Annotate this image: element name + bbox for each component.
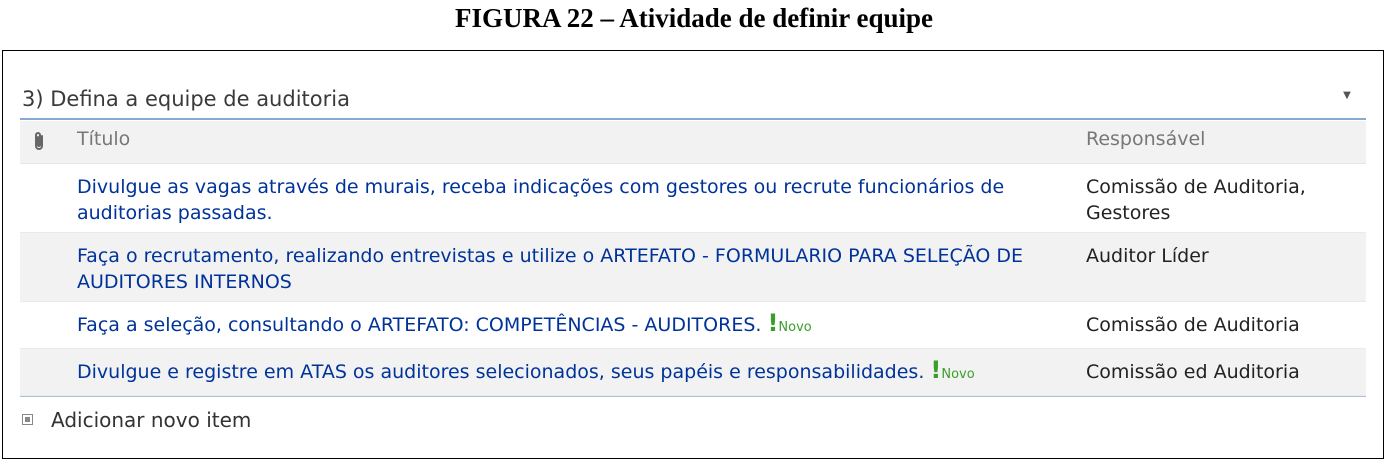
table-row: Faça o recrutamento, realizando entrevis…: [20, 233, 1366, 302]
new-badge: !Novo: [767, 311, 812, 336]
table-row: Faça a seleção, consultando o ARTEFATO: …: [20, 302, 1366, 349]
item-title-link[interactable]: Faça o recrutamento, realizando entrevis…: [77, 243, 1037, 295]
table-header: Título Responsável: [20, 121, 1366, 164]
new-exclamation-icon: !: [930, 356, 942, 384]
figure-caption: FIGURA 22 – Atividade de definir equipe: [454, 3, 934, 33]
item-title-link[interactable]: Divulgue e registre em ATAS os auditores…: [77, 358, 1037, 388]
column-header-responsible[interactable]: Responsável: [1086, 128, 1205, 150]
column-header-title[interactable]: Título: [77, 128, 130, 150]
new-badge: !Novo: [930, 358, 975, 383]
item-title-link[interactable]: Divulgue as vagas através de murais, rec…: [77, 174, 1037, 226]
new-label: Novo: [778, 320, 812, 335]
table-row: Divulgue as vagas através de murais, rec…: [20, 164, 1366, 233]
item-responsible: Comissão de Auditoria: [1086, 314, 1300, 336]
add-new-item-label[interactable]: Adicionar novo item: [51, 406, 251, 434]
dropdown-arrow-icon[interactable]: ▼: [1340, 89, 1354, 103]
new-exclamation-icon: !: [767, 309, 779, 337]
new-label: Novo: [941, 367, 975, 382]
webpart-title: 3) Defina a equipe de auditoria: [22, 87, 350, 111]
item-responsible: Comissão ed Auditoria: [1086, 361, 1300, 383]
add-square-icon: [22, 414, 33, 425]
item-responsible: Comissão de Auditoria, Gestores: [1086, 176, 1306, 224]
item-title-link[interactable]: Faça a seleção, consultando o ARTEFATO: …: [77, 311, 1037, 341]
paperclip-icon[interactable]: [31, 131, 49, 153]
footer-divider: [20, 396, 1366, 397]
title-divider: [20, 118, 1366, 120]
item-responsible: Auditor Líder: [1086, 245, 1209, 267]
table-row: Divulgue e registre em ATAS os auditores…: [20, 349, 1366, 396]
